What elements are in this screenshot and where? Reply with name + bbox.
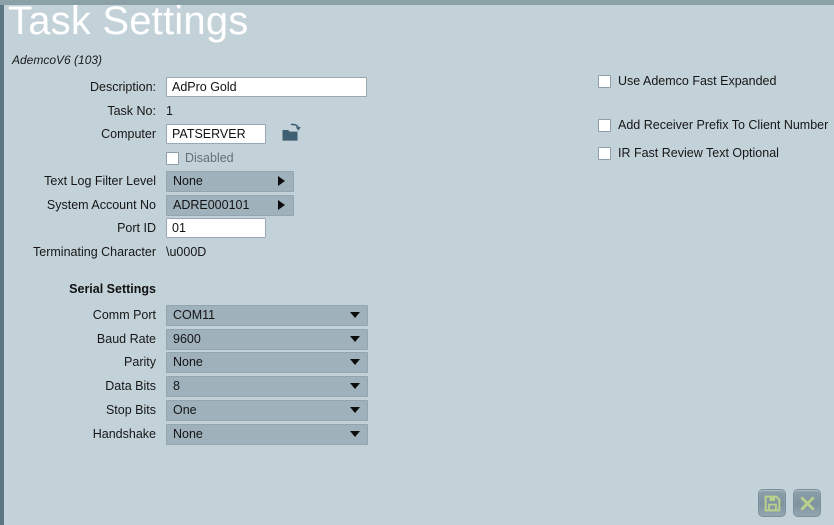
description-label: Description: <box>90 80 156 94</box>
folder-browse-icon[interactable] <box>281 123 303 143</box>
data-bits-label: Data Bits <box>105 379 156 393</box>
field-row-text-log-filter-level: Text Log Filter Level None <box>0 170 420 192</box>
disabled-checkbox[interactable]: Disabled <box>166 151 234 165</box>
chevron-down-icon[interactable] <box>350 336 360 342</box>
computer-control <box>166 124 266 144</box>
terminating-character-label: Terminating Character <box>33 245 156 259</box>
cancel-button[interactable] <box>793 489 821 517</box>
task-no-label: Task No: <box>107 104 156 118</box>
field-row-parity: Parity None <box>0 351 420 373</box>
text-log-filter-level-label: Text Log Filter Level <box>44 174 156 188</box>
field-row-description: Description: <box>0 76 420 98</box>
chevron-down-icon[interactable] <box>350 312 360 318</box>
task-no-control: 1 <box>166 102 173 120</box>
system-account-no-control: ADRE000101 <box>166 194 294 216</box>
field-row-computer: Computer <box>0 123 420 145</box>
handshake-dropdown[interactable]: None <box>166 423 368 445</box>
page-title: Task Settings <box>8 0 249 43</box>
terminating-character-value: \u000D <box>166 245 207 259</box>
close-x-icon <box>800 496 814 510</box>
data-bits-value: 8 <box>173 379 180 393</box>
system-account-no-value: ADRE000101 <box>173 198 250 212</box>
disabled-checkbox-label: Disabled <box>185 151 234 165</box>
stop-bits-dropdown[interactable]: One <box>166 399 368 421</box>
baud-rate-label: Baud Rate <box>96 332 156 346</box>
computer-label: Computer <box>101 127 156 141</box>
comm-port-value: COM11 <box>173 308 216 322</box>
field-row-port-id: Port ID <box>0 217 420 239</box>
comm-port-dropdown[interactable]: COM11 <box>166 304 368 326</box>
chevron-down-icon[interactable] <box>350 431 360 437</box>
text-log-filter-level-control: None <box>166 170 294 192</box>
field-row-handshake: Handshake None <box>0 423 420 445</box>
save-button[interactable] <box>758 489 786 517</box>
parity-control: None <box>166 351 368 373</box>
field-row-comm-port: Comm Port COM11 <box>0 304 420 326</box>
parity-value: None <box>173 355 203 369</box>
field-row-baud-rate: Baud Rate 9600 <box>0 328 420 350</box>
handshake-control: None <box>166 423 368 445</box>
disabled-control: Disabled <box>166 151 234 165</box>
use-ademco-fast-expanded-checkbox-box[interactable] <box>598 74 611 88</box>
baud-rate-control: 9600 <box>166 328 368 350</box>
parity-label: Parity <box>124 355 156 369</box>
comm-port-label: Comm Port <box>92 308 156 322</box>
field-row-disabled: Disabled <box>0 147 420 169</box>
port-id-input[interactable] <box>166 218 266 238</box>
parity-dropdown[interactable]: None <box>166 351 368 373</box>
description-input[interactable] <box>166 77 367 97</box>
chevron-right-icon[interactable] <box>278 176 285 186</box>
stop-bits-label: Stop Bits <box>105 403 156 417</box>
ir-fast-review-text-optional-checkbox-box[interactable] <box>598 146 611 160</box>
field-row-stop-bits: Stop Bits One <box>0 399 420 421</box>
task-subtitle: AdemcoV6 (103) <box>12 53 103 67</box>
stop-bits-value: One <box>173 403 197 417</box>
field-row-data-bits: Data Bits 8 <box>0 375 420 397</box>
stop-bits-control: One <box>166 399 368 421</box>
baud-rate-value: 9600 <box>173 332 201 346</box>
chevron-down-icon[interactable] <box>350 407 360 413</box>
task-settings-window: Task Settings AdemcoV6 (103) Description… <box>0 0 834 525</box>
text-log-filter-level-picker[interactable]: None <box>166 170 294 192</box>
port-id-control <box>166 218 266 238</box>
system-account-no-label: System Account No <box>46 198 156 212</box>
data-bits-dropdown[interactable]: 8 <box>166 375 368 397</box>
disabled-checkbox-box[interactable] <box>166 151 179 165</box>
handshake-value: None <box>173 427 203 441</box>
serial-settings-heading: Serial Settings <box>69 282 156 296</box>
chevron-down-icon[interactable] <box>350 359 360 365</box>
field-row-task-no: Task No: 1 <box>0 100 420 122</box>
page-header: Task Settings <box>4 0 834 47</box>
use-ademco-fast-expanded-label: Use Ademco Fast Expanded <box>618 74 777 88</box>
system-account-no-picker[interactable]: ADRE000101 <box>166 194 294 216</box>
terminating-character-control: \u000D <box>166 243 206 261</box>
option-ir-fast-review-text-optional[interactable]: IR Fast Review Text Optional <box>598 146 779 160</box>
chevron-right-icon[interactable] <box>278 200 285 210</box>
text-log-filter-level-value: None <box>173 174 203 188</box>
data-bits-control: 8 <box>166 375 368 397</box>
comm-port-control: COM11 <box>166 304 368 326</box>
chevron-down-icon[interactable] <box>350 383 360 389</box>
option-use-ademco-fast-expanded[interactable]: Use Ademco Fast Expanded <box>598 74 776 88</box>
footer-actions <box>758 489 821 517</box>
computer-input[interactable] <box>166 124 266 144</box>
description-control <box>166 77 367 97</box>
task-no-value: 1 <box>166 104 173 118</box>
save-floppy-icon <box>764 495 780 511</box>
field-row-system-account-no: System Account No ADRE000101 <box>0 194 420 216</box>
ir-fast-review-text-optional-label: IR Fast Review Text Optional <box>618 146 779 160</box>
port-id-label: Port ID <box>117 221 156 235</box>
baud-rate-dropdown[interactable]: 9600 <box>166 328 368 350</box>
option-add-receiver-prefix[interactable]: Add Receiver Prefix To Client Number <box>598 118 828 132</box>
add-receiver-prefix-label: Add Receiver Prefix To Client Number <box>618 118 829 132</box>
add-receiver-prefix-checkbox-box[interactable] <box>598 118 611 132</box>
handshake-label: Handshake <box>92 427 156 441</box>
field-row-terminating-character: Terminating Character \u000D <box>0 241 420 263</box>
